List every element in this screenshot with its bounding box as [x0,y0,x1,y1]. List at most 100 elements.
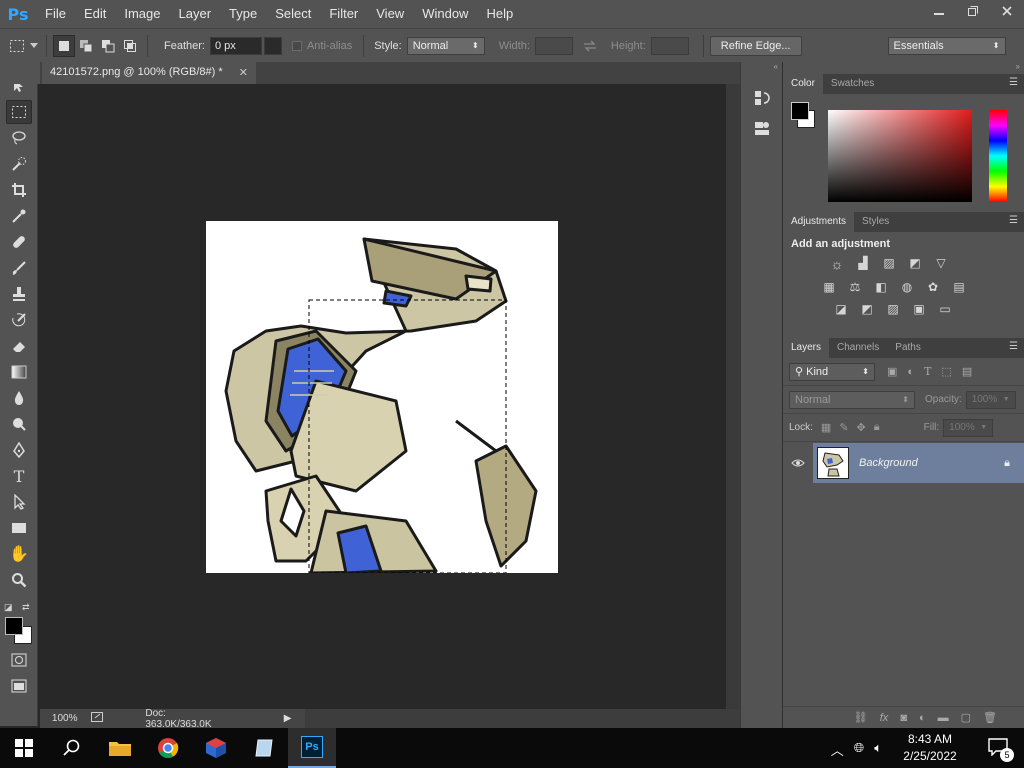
gradient-map-icon[interactable]: ▭ [935,302,955,316]
posterize-icon[interactable]: ◩ [857,302,877,316]
properties-panel-icon[interactable] [749,116,775,140]
lock-transparent-icon[interactable]: ▦ [821,421,831,434]
curves-icon[interactable]: ▨ [879,256,899,272]
quick-mask-icon[interactable] [6,648,32,672]
menu-view[interactable]: View [367,0,413,28]
color-panel-menu-icon[interactable]: ☰ [1003,74,1024,94]
tab-adjustments[interactable]: Adjustments [783,212,855,232]
tab-swatches[interactable]: Swatches [823,74,882,94]
layer-filter-select[interactable]: ⚲ Kind ⬍ [789,362,875,381]
filter-pixel-icon[interactable]: ▣ [887,365,897,378]
panels-collapse-icon[interactable]: » [783,62,1024,74]
new-selection-icon[interactable] [53,34,75,57]
selective-color-icon[interactable]: ▣ [909,302,929,316]
color-fg-swatch[interactable] [791,102,809,120]
color-picker-field[interactable] [828,110,972,202]
menu-window[interactable]: Window [413,0,477,28]
style-select[interactable]: Normal ⬍ [406,36,485,55]
black-white-icon[interactable]: ◧ [871,280,891,294]
hue-slider[interactable] [989,110,1007,202]
layer-visibility-eye-icon[interactable] [783,443,813,483]
menu-help[interactable]: Help [477,0,522,28]
brush-tool-icon[interactable] [6,256,32,280]
screen-mode-icon[interactable] [6,674,32,698]
menu-filter[interactable]: Filter [320,0,367,28]
dodge-tool-icon[interactable] [6,412,32,436]
adjustments-panel-menu-icon[interactable]: ☰ [1003,212,1024,232]
swap-colors-icon[interactable]: ⇄ [22,602,30,613]
opacity-input[interactable]: 100% ▼ [965,390,1016,409]
menu-select[interactable]: Select [266,0,320,28]
add-mask-icon[interactable]: ◙ [900,712,907,724]
menu-file[interactable]: File [36,0,75,28]
blend-mode-select[interactable]: Normal ⬍ [789,390,915,409]
dock-collapse-icon[interactable]: « [741,62,782,74]
tab-channels[interactable]: Channels [829,338,887,358]
filter-shape-icon[interactable]: ⬚ [941,365,951,378]
eyedropper-tool-icon[interactable] [6,204,32,228]
tab-color[interactable]: Color [783,74,823,94]
healing-brush-tool-icon[interactable] [6,230,32,254]
zoom-level[interactable]: 100% [40,713,89,724]
layer-selected-area[interactable]: Background 🔒︎ [813,443,1024,483]
type-tool-icon[interactable]: T [6,464,32,488]
new-adjustment-layer-icon[interactable]: ◐ [919,712,926,724]
hand-tool-icon[interactable]: ✋ [6,542,32,566]
menu-layer[interactable]: Layer [170,0,221,28]
add-to-selection-icon[interactable] [75,35,97,57]
history-brush-tool-icon[interactable] [6,308,32,332]
file-explorer-icon[interactable] [96,728,144,768]
status-menu-arrow-icon[interactable]: ▶ [284,713,292,724]
3d-app-icon[interactable] [192,728,240,768]
swap-dimensions-icon[interactable] [579,35,601,57]
document-canvas[interactable] [206,221,558,573]
anti-alias-checkbox[interactable] [291,40,302,51]
menu-image[interactable]: Image [115,0,169,28]
workspace-select[interactable]: Essentials ⬍ [887,36,1006,55]
feather-input[interactable]: 0 px [209,36,262,55]
vibrance-icon[interactable]: ▽ [931,256,951,272]
hue-saturation-icon[interactable]: ▦ [819,280,839,294]
windows-start-icon[interactable] [0,728,48,768]
history-panel-icon[interactable] [749,86,775,110]
lock-image-icon[interactable]: ✎ [839,421,848,434]
filter-adjustment-icon[interactable]: ◐ [907,366,914,378]
network-icon[interactable]: 🌐︎ [854,740,864,759]
subtract-from-selection-icon[interactable] [97,35,119,57]
crop-tool-icon[interactable] [6,178,32,202]
rectangular-marquee-icon[interactable] [6,35,28,57]
status-share-icon[interactable] [91,712,105,725]
filter-type-icon[interactable]: T [924,365,931,378]
threshold-icon[interactable]: ▨ [883,302,903,316]
minimize-icon[interactable] [922,0,956,22]
quick-selection-tool-icon[interactable] [6,152,32,176]
pen-tool-icon[interactable] [6,438,32,462]
menu-type[interactable]: Type [220,0,266,28]
menu-edit[interactable]: Edit [75,0,115,28]
brightness-contrast-icon[interactable]: ☼ [827,256,847,272]
gradient-tool-icon[interactable] [6,360,32,384]
delete-layer-icon[interactable]: 🗑︎ [983,711,997,724]
tab-paths[interactable]: Paths [887,338,929,358]
tab-layers[interactable]: Layers [783,338,830,358]
default-colors-icon[interactable]: ◪ [4,602,13,613]
color-lookup-icon[interactable]: ▤ [949,280,969,294]
height-input[interactable] [650,36,689,55]
photoshop-taskbar-icon[interactable]: Ps [288,728,336,768]
invert-icon[interactable]: ◪ [831,302,851,316]
chrome-icon[interactable] [144,728,192,768]
exposure-icon[interactable]: ◩ [905,256,925,272]
levels-icon[interactable]: ▟ [853,256,873,272]
document-tab[interactable]: 42101572.png @ 100% (RGB/8#) * ✕ [42,62,256,84]
lock-all-icon[interactable]: 🔒︎ [874,421,880,434]
filter-smart-object-icon[interactable]: ▤ [962,365,972,378]
layer-row-background[interactable]: Background 🔒︎ [783,443,1024,483]
vertical-scrollbar[interactable] [726,84,740,709]
close-tab-icon[interactable]: ✕ [239,66,248,80]
rectangle-tool-icon[interactable] [6,516,32,540]
width-input[interactable] [534,36,573,55]
volume-icon[interactable]: 🔈︎ [874,740,882,759]
zoom-tool-icon[interactable] [6,568,32,592]
new-layer-icon[interactable]: ▢ [961,711,971,724]
clone-stamp-tool-icon[interactable] [6,282,32,306]
